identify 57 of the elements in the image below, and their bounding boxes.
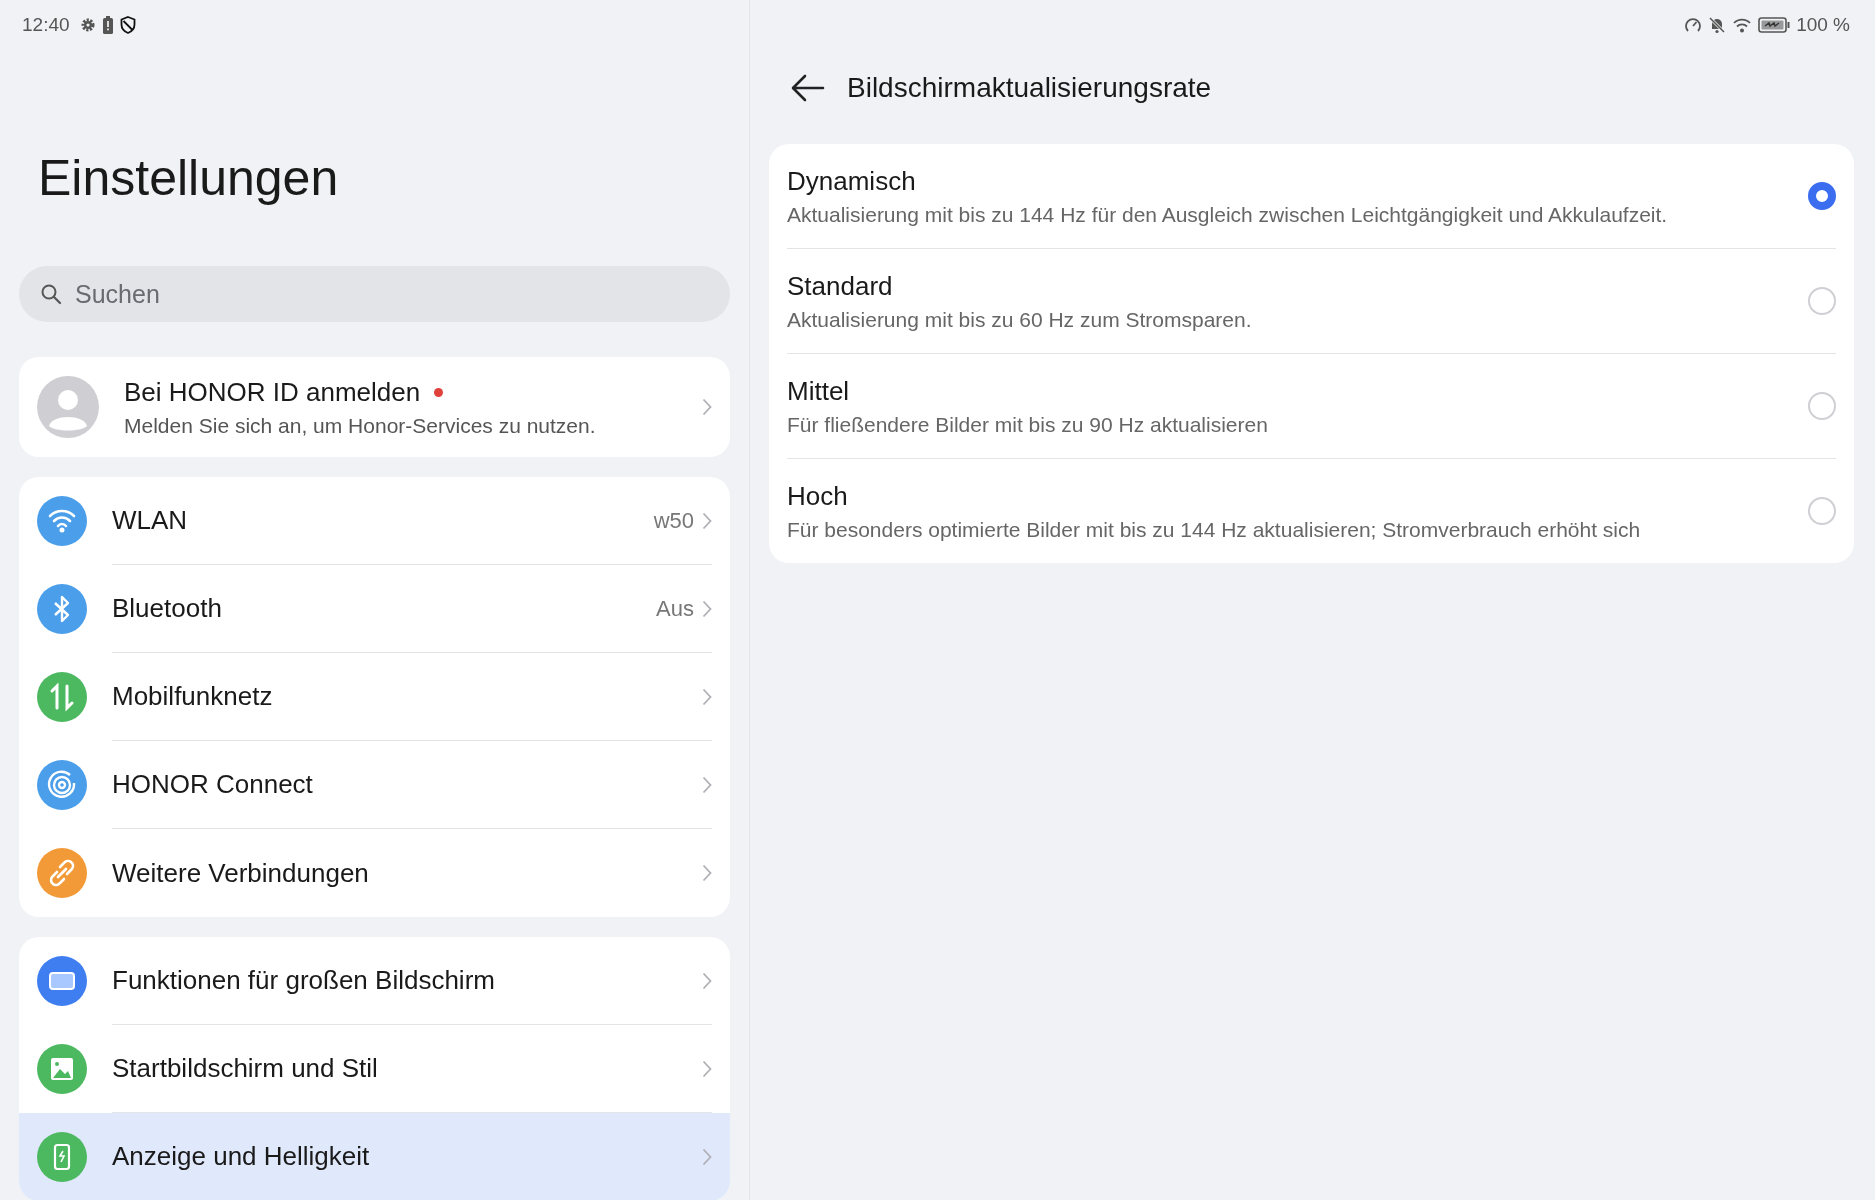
option-title: Mittel xyxy=(787,375,851,407)
settings-item[interactable]: Mobilfunknetz xyxy=(19,653,730,741)
search-icon xyxy=(39,282,63,306)
option-description: Für besonders optimierte Bilder mit bis zu 144 Hz aktualisieren; Stromverbrauch erhöht sich xyxy=(787,517,1642,542)
refresh-rate-option[interactable]: Hoch Für besonders optimierte Bilder mit bis zu 144 Hz aktualisieren; Stromverbrauch erhöht sich xyxy=(787,459,1836,563)
page-title: Einstellungen xyxy=(38,149,340,208)
avatar-icon xyxy=(37,376,99,438)
radio-button[interactable] xyxy=(1808,182,1836,210)
bell-muted-icon xyxy=(1708,16,1727,34)
settings-item[interactable]: Bluetooth Aus xyxy=(19,565,730,653)
chevron-icon xyxy=(702,687,712,706)
back-icon[interactable] xyxy=(791,74,825,102)
chevron-icon xyxy=(702,599,712,618)
chevron-icon xyxy=(702,511,712,530)
option-title: Dynamisch xyxy=(787,165,917,197)
item-label: Startbildschirm und Stil xyxy=(112,1053,379,1084)
settings-item[interactable]: Anzeige und Helligkeit xyxy=(19,1113,730,1200)
chevron-icon xyxy=(702,775,712,794)
item-label: HONOR Connect xyxy=(112,769,314,800)
item-label: Mobilfunknetz xyxy=(112,681,274,712)
speedometer-icon xyxy=(1684,16,1703,34)
settings-item[interactable]: WLAN w50 xyxy=(19,477,730,565)
item-value: Aus xyxy=(656,595,694,622)
shield-icon xyxy=(119,16,136,34)
chevron-icon xyxy=(702,398,712,416)
refresh-rate-option[interactable]: Dynamisch Aktualisierung mit bis zu 144 Hz für den Ausgleich zwischen Leichtgängigkeit und Akkulaufzeit. xyxy=(787,144,1836,249)
status-time: 12:40 xyxy=(22,14,70,36)
option-title: Standard xyxy=(787,270,894,302)
item-label: Anzeige und Helligkeit xyxy=(112,1141,371,1172)
option-description: Aktualisierung mit bis zu 60 Hz zum Stromsparen. xyxy=(787,307,1253,332)
wifi-icon xyxy=(1732,16,1753,34)
option-description: Aktualisierung mit bis zu 144 Hz für den Ausgleich zwischen Leichtgängigkeit und Akkulaufzeit. xyxy=(787,202,1669,227)
search-field[interactable]: Suchen xyxy=(19,266,730,322)
battery-alert-icon xyxy=(101,16,114,34)
account-card[interactable]: Bei HONOR ID anmelden Melden Sie sich an, um Honor-Services zu nutzen. xyxy=(19,357,730,457)
chevron-icon xyxy=(702,1059,712,1078)
settings-item[interactable]: Weitere Verbindungen xyxy=(19,829,730,917)
item-label: Weitere Verbindungen xyxy=(112,857,370,889)
item-label: Bluetooth xyxy=(112,593,223,624)
item-value: w50 xyxy=(653,507,694,534)
settings-item[interactable]: HONOR Connect xyxy=(19,741,730,829)
detail-title: Bildschirmaktualisierungsrate xyxy=(847,72,1212,104)
chevron-icon xyxy=(702,864,712,882)
gear-icon xyxy=(79,17,96,33)
battery-charging-icon xyxy=(1758,16,1791,34)
account-subtitle: Melden Sie sich an, um Honor-Services zu nutzen. xyxy=(124,413,597,438)
settings-item[interactable]: Funktionen für großen Bildschirm xyxy=(19,937,730,1025)
item-label: Funktionen für großen Bildschirm xyxy=(112,965,496,996)
chevron-icon xyxy=(702,971,712,990)
account-title: Bei HONOR ID anmelden xyxy=(124,376,421,408)
option-title: Hoch xyxy=(787,480,849,512)
battery-percent: 100 % xyxy=(1796,14,1850,36)
chevron-icon xyxy=(702,1147,712,1166)
option-description: Für fließendere Bilder mit bis zu 90 Hz aktualisieren xyxy=(787,412,1269,437)
refresh-rate-option[interactable]: Standard Aktualisierung mit bis zu 60 Hz zum Stromsparen. xyxy=(787,249,1836,354)
item-label: WLAN xyxy=(112,505,189,536)
refresh-rate-option[interactable]: Mittel Für fließendere Bilder mit bis zu 90 Hz aktualisieren xyxy=(787,354,1836,459)
